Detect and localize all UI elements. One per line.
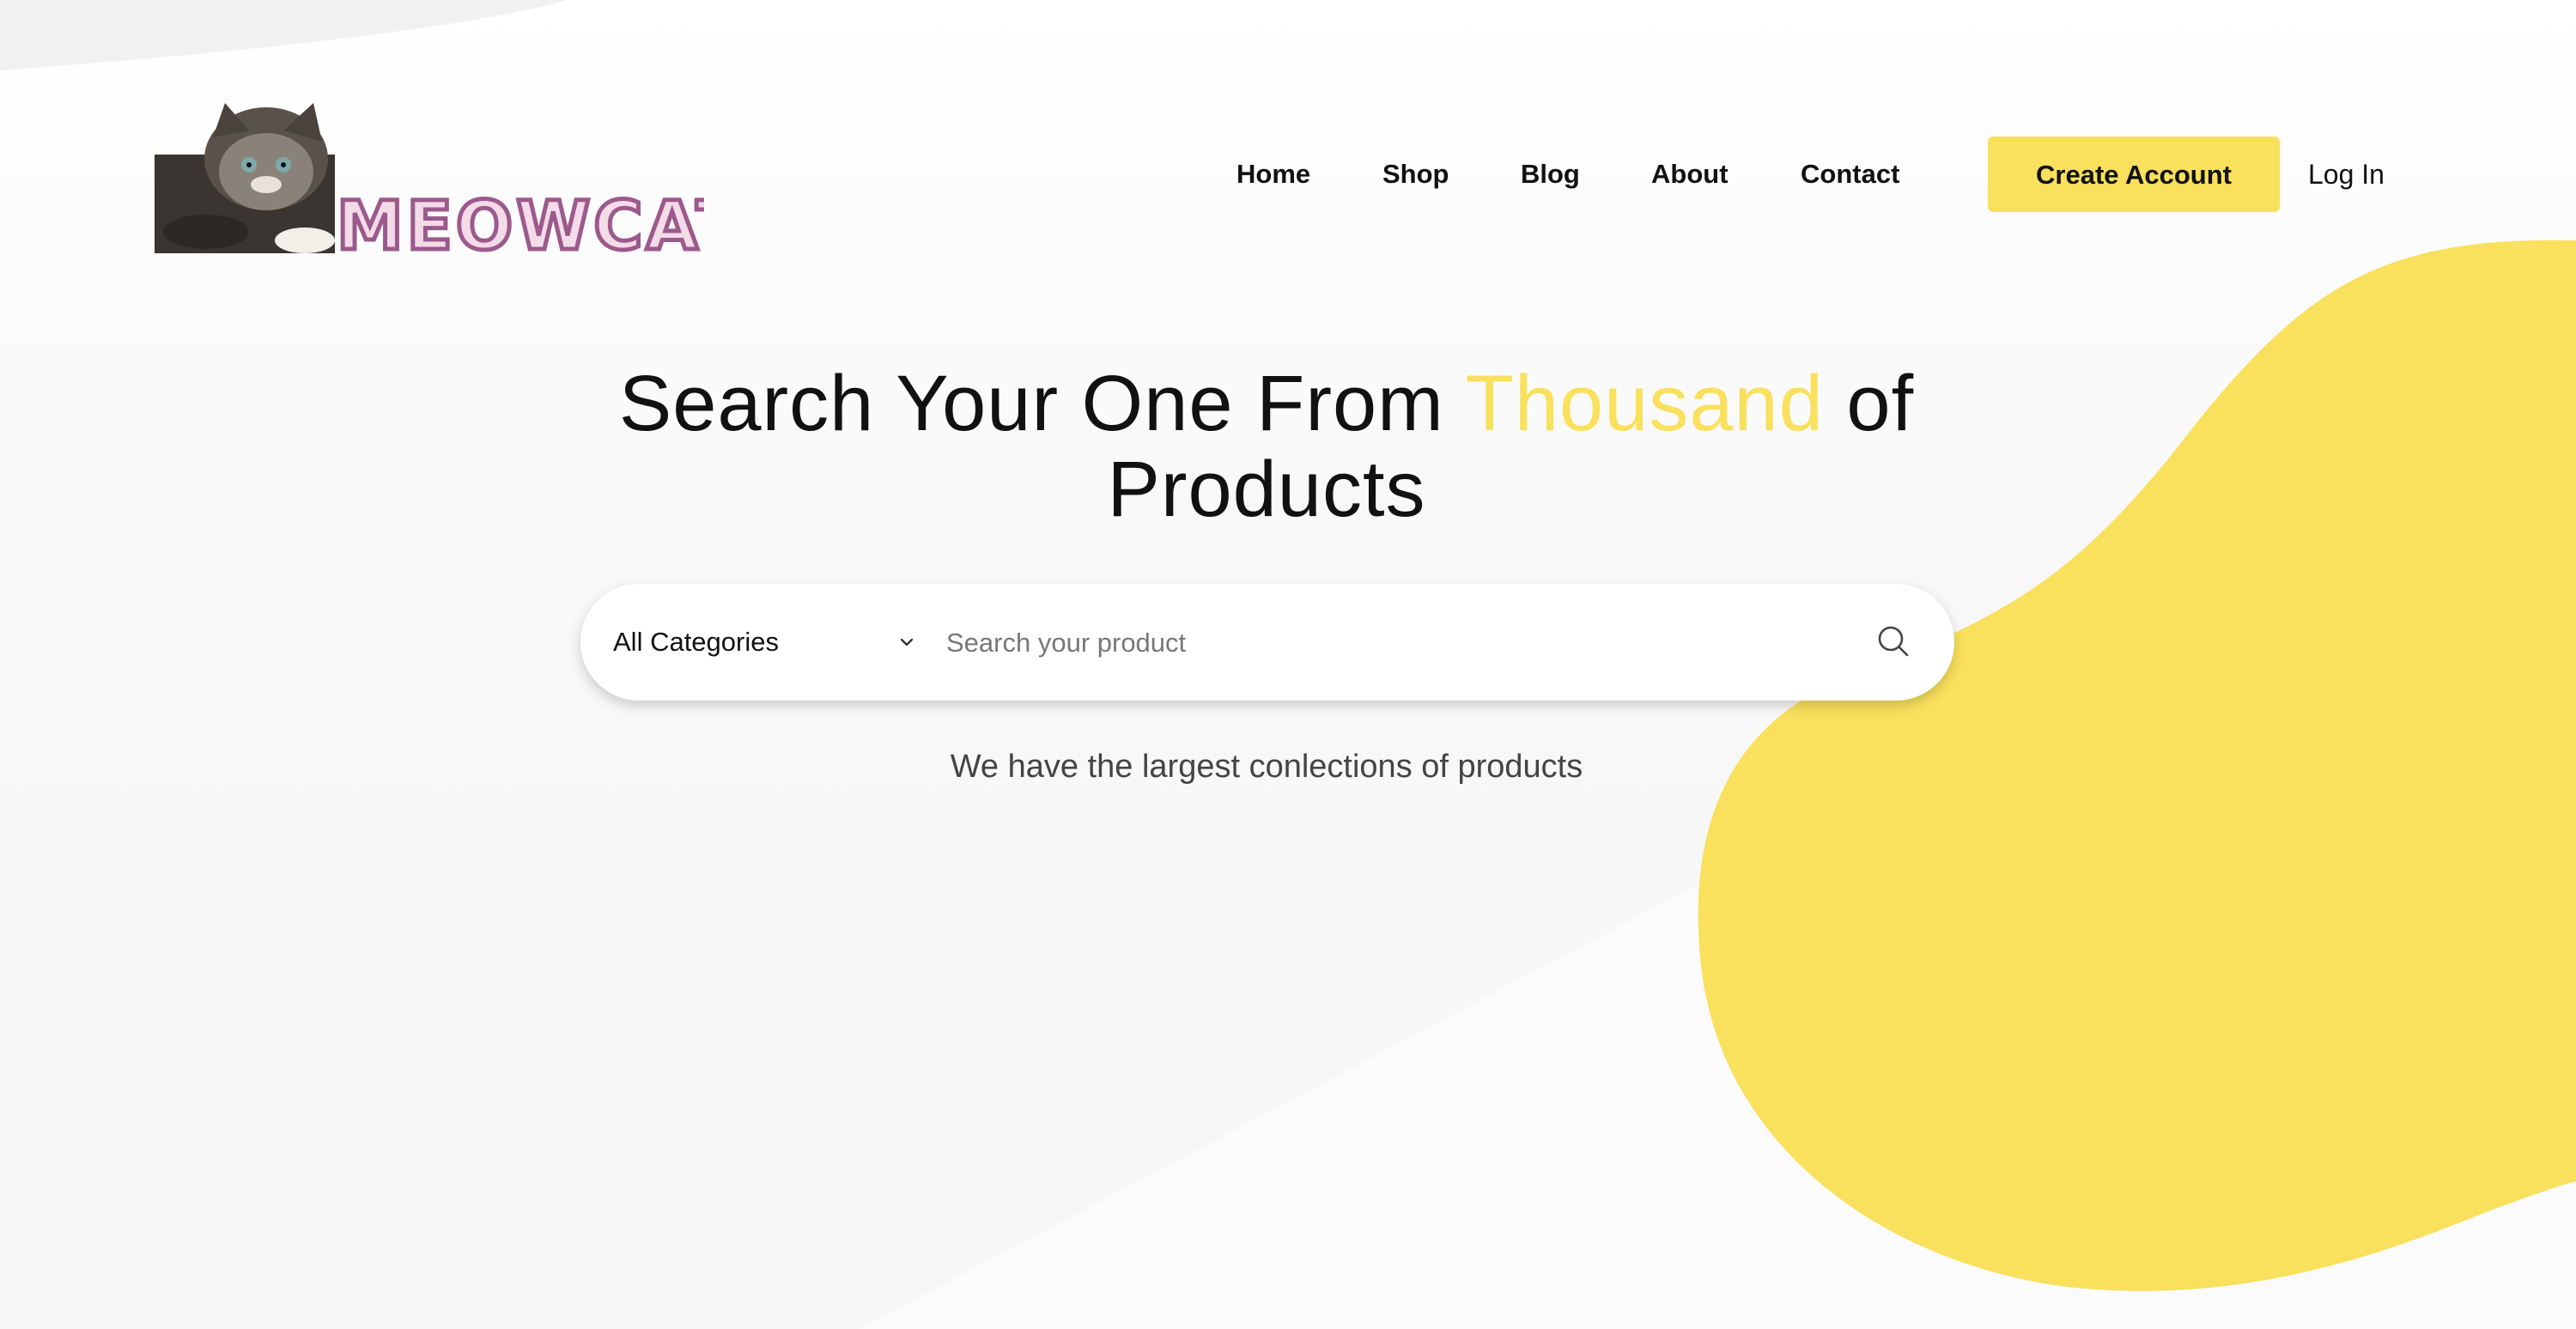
hero-title: Search Your One From Thousand of Product… — [0, 361, 2533, 532]
nav-link-blog[interactable]: Blog — [1521, 137, 1580, 211]
category-selected-label: All Categories — [613, 627, 779, 657]
site-header: MEOWCAT Home Shop Blog About Contact Cre… — [0, 0, 2576, 268]
hero-title-line2: Products — [1107, 446, 1426, 533]
nav-link-home[interactable]: Home — [1236, 137, 1310, 211]
hero-title-accent: Thousand — [1465, 360, 1824, 447]
login-link[interactable]: Log In — [2308, 137, 2385, 211]
hero-title-part2: of — [1823, 360, 1915, 447]
product-search-bar: All Categories — [580, 584, 1954, 701]
nav-link-shop[interactable]: Shop — [1382, 137, 1449, 211]
create-account-button[interactable]: Create Account — [1988, 137, 2280, 212]
nav-link-about[interactable]: About — [1651, 137, 1728, 211]
chevron-down-icon[interactable] — [898, 634, 915, 651]
hero-tagline: We have the largest conlections of produ… — [950, 749, 1583, 785]
hero-title-part1: Search Your One From — [618, 360, 1466, 447]
search-input[interactable] — [945, 613, 1858, 673]
nav-link-contact[interactable]: Contact — [1801, 137, 1899, 211]
search-icon[interactable] — [1868, 616, 1920, 668]
category-dropdown[interactable]: All Categories — [613, 584, 905, 701]
